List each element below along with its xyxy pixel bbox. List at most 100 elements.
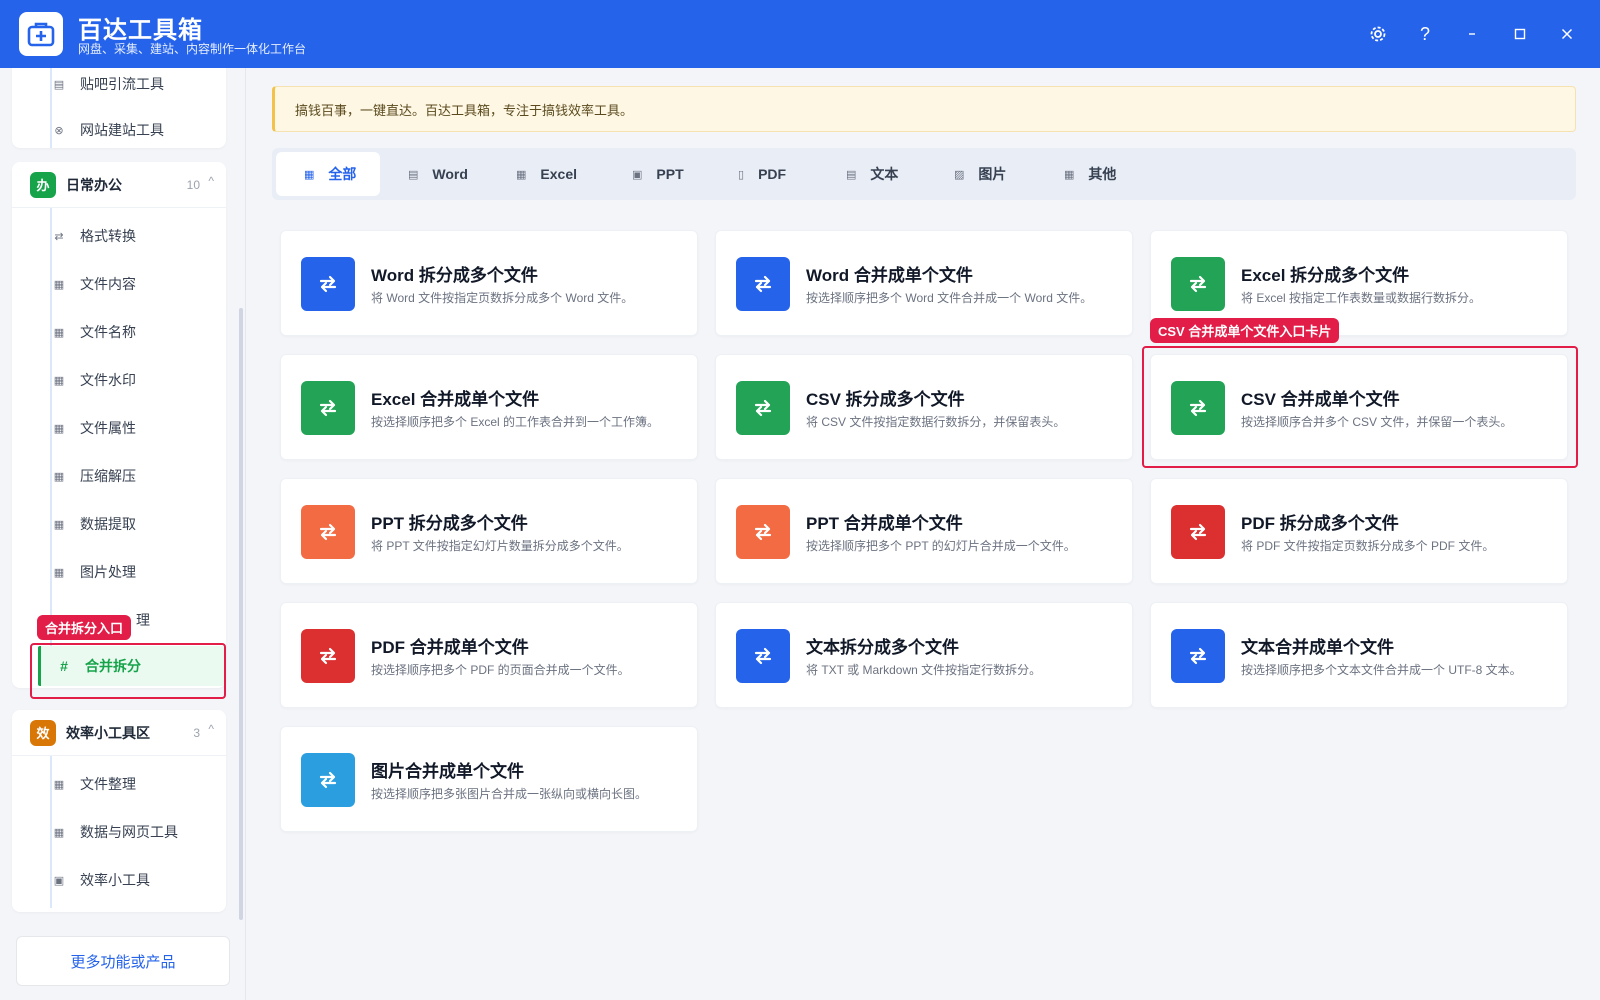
swap-arrows-icon xyxy=(301,629,355,683)
sidebar-item-label: 效率小工具 xyxy=(80,872,150,888)
grid-icon: ▦ xyxy=(1064,168,1075,181)
card-description: 将 CSV 文件按指定数据行数拆分，并保留表头。 xyxy=(806,415,1066,429)
card-description: 按选择顺序把多个 Word 文件合并成一个 Word 文件。 xyxy=(806,291,1093,305)
group-count: 3 xyxy=(193,726,200,740)
notice-banner: 搞钱百事，一键直达。百达工具箱，专注于搞钱效率工具。 xyxy=(272,86,1576,132)
slides-icon: ▣ xyxy=(632,168,643,181)
sidebar-item-label: 压缩解压 xyxy=(80,468,136,484)
sidebar-item-organize[interactable]: ▦ 文件整理 xyxy=(36,764,222,804)
card-title: PDF 拆分成多个文件 xyxy=(1241,514,1399,533)
sidebar-group-partial: ▤ 贴吧引流工具 ⊗ 网站建站工具 xyxy=(12,68,226,148)
sidebar-item-watermark[interactable]: ▦ 文件水印 xyxy=(36,360,222,400)
group-badge: 办 xyxy=(30,171,56,198)
grid-icon: ▦ xyxy=(53,778,65,791)
sidebar-item-extract[interactable]: ▦ 数据提取 xyxy=(36,504,222,544)
grid-icon: ▦ xyxy=(53,374,65,387)
tool-card[interactable]: PPT 合并成单个文件按选择顺序把多个 PPT 的幻灯片合并成一个文件。 xyxy=(715,478,1133,584)
swap-arrows-icon xyxy=(1171,257,1225,311)
sidebar-item-format[interactable]: ⇄ 格式转换 xyxy=(36,216,222,256)
swap-arrows-icon xyxy=(736,381,790,435)
tool-card[interactable]: PDF 合并成单个文件按选择顺序把多个 PDF 的页面合并成一个文件。 xyxy=(280,602,698,708)
sidebar-item-compress[interactable]: ▦ 压缩解压 xyxy=(36,456,222,496)
sidebar-item-efficiency-tools[interactable]: ▣ 效率小工具 xyxy=(36,860,222,900)
swap-arrows-icon xyxy=(301,381,355,435)
chevron-up-icon[interactable]: ^ xyxy=(208,722,214,736)
card-title: PDF 合并成单个文件 xyxy=(371,638,529,657)
sidebar-group-efficiency: 效 效率小工具区 3 ^ ▦ 文件整理 ▦ 数据与网页工具 ▣ 效率小工具 xyxy=(12,710,226,912)
swap-arrows-icon xyxy=(301,753,355,807)
sidebar-item-tieba[interactable]: ▤ 贴吧引流工具 xyxy=(36,68,222,104)
tab-excel[interactable]: ▦ Excel xyxy=(516,152,577,196)
card-title: 文本拆分成多个文件 xyxy=(806,638,959,657)
swap-arrows-icon xyxy=(1171,505,1225,559)
sidebar-item-label: 贴吧引流工具 xyxy=(80,76,164,92)
sidebar-item-label: 网站建站工具 xyxy=(80,122,164,138)
tool-card[interactable]: Excel 合并成单个文件 按选择顺序把多个 Excel 的工作表合并到一个工作簿… xyxy=(280,354,698,460)
tool-card[interactable]: 文本拆分成多个文件将 TXT 或 Markdown 文件按指定行数拆分。 xyxy=(715,602,1133,708)
table-icon: ▦ xyxy=(516,168,527,181)
card-description: 按选择顺序把多张图片合并成一张纵向或横向长图。 xyxy=(371,787,648,801)
sidebar-item-website[interactable]: ⊗ 网站建站工具 xyxy=(36,110,222,150)
close-icon[interactable] xyxy=(1551,18,1583,50)
image-icon: ▨ xyxy=(954,168,965,181)
sidebar-item-label: 文件水印 xyxy=(80,372,136,388)
tab-all[interactable]: ▦ 全部 xyxy=(276,152,381,196)
sidebar-item-content[interactable]: ▦ 文件内容 xyxy=(36,264,222,304)
sidebar-item-image[interactable]: ▦ 图片处理 xyxy=(36,552,222,592)
annotation-box-sidebar xyxy=(30,643,226,699)
card-description: 将 Word 文件按指定页数拆分成多个 Word 文件。 xyxy=(371,291,634,305)
tool-card[interactable]: Word 拆分成多个文件将 Word 文件按指定页数拆分成多个 Word 文件。 xyxy=(280,230,698,336)
card-title: Excel 合并成单个文件 xyxy=(371,390,540,409)
card-description: 按选择顺序把多个文本文件合并成一个 UTF-8 文本。 xyxy=(1241,663,1522,677)
sidebar-item-label: 文件名称 xyxy=(80,324,136,340)
swap-arrows-icon xyxy=(736,629,790,683)
tab-pdf[interactable]: ▯ PDF xyxy=(738,152,786,196)
sidebar-item-name[interactable]: ▦ 文件名称 xyxy=(36,312,222,352)
card-title: 图片合并成单个文件 xyxy=(371,762,524,781)
card-description: 按选择顺序把多个 PDF 的页面合并成一个文件。 xyxy=(371,663,630,677)
grid-icon: ▦ xyxy=(53,326,65,339)
swap-arrows-icon xyxy=(301,505,355,559)
sidebar-group-office: 办 日常办公 10 ^ ⇄ 格式转换 ▦ 文件内容 ▦ 文件名称 ▦ 文件水印 ▦ 文件属… xyxy=(12,162,226,688)
tab-word[interactable]: ▤ Word xyxy=(408,152,468,196)
category-tabs: ▦ 全部 ▤ Word ▦ Excel ▣ PPT ▯ PDF ▤ 文本 ▨ 图片 ▦ 其他 xyxy=(272,148,1576,200)
card-title: Word 合并成单个文件 xyxy=(806,266,973,285)
group-count: 10 xyxy=(186,178,200,192)
doc-icon: ▤ xyxy=(408,168,419,181)
more-products-button[interactable]: 更多功能或产品 xyxy=(16,936,230,986)
tool-card[interactable]: PDF 拆分成多个文件将 PDF 文件按指定页数拆分成多个 PDF 文件。 xyxy=(1150,478,1568,584)
card-title: 文本合并成单个文件 xyxy=(1241,638,1394,657)
card-title: PPT 合并成单个文件 xyxy=(806,514,963,533)
globe-icon: ⊗ xyxy=(54,124,64,137)
tool-card[interactable]: 图片合并成单个文件按选择顺序把多张图片合并成一张纵向或横向长图。 xyxy=(280,726,698,832)
tool-card[interactable]: CSV 拆分成多个文件将 CSV 文件按指定数据行数拆分，并保留表头。 xyxy=(715,354,1133,460)
grid-icon: ▦ xyxy=(53,278,65,291)
group-header-office[interactable]: 办 日常办公 10 ^ xyxy=(12,162,226,208)
grid-icon: ▦ xyxy=(304,168,315,181)
tab-other[interactable]: ▦ 其他 xyxy=(1064,152,1116,196)
sidebar-item-attributes[interactable]: ▦ 文件属性 xyxy=(36,408,222,448)
card-description: 按选择顺序把多个 PPT 的幻灯片合并成一个文件。 xyxy=(806,539,1076,553)
card-description: 将 Excel 按指定工作表数量或数据行数拆分。 xyxy=(1241,291,1482,305)
maximize-icon[interactable] xyxy=(1504,18,1536,50)
tool-card[interactable]: PPT 拆分成多个文件将 PPT 文件按指定幻灯片数量拆分成多个文件。 xyxy=(280,478,698,584)
sidebar: ▤ 贴吧引流工具 ⊗ 网站建站工具 办 日常办公 10 ^ ⇄ 格式转换 ▦ 文件内… xyxy=(0,68,246,1000)
sidebar-item-label: 文件属性 xyxy=(80,420,136,436)
minimize-icon[interactable] xyxy=(1456,18,1488,50)
sidebar-item-label: 格式转换 xyxy=(80,228,136,244)
tab-image[interactable]: ▨ 图片 xyxy=(954,152,1006,196)
help-icon[interactable]: ? xyxy=(1409,18,1441,50)
sidebar-scrollbar[interactable] xyxy=(239,308,243,920)
tool-card[interactable]: 文本合并成单个文件按选择顺序把多个文本文件合并成一个 UTF-8 文本。 xyxy=(1150,602,1568,708)
swap-arrows-icon xyxy=(1171,629,1225,683)
settings-gear-icon[interactable] xyxy=(1362,18,1394,50)
tab-text[interactable]: ▤ 文本 xyxy=(846,152,898,196)
card-description: 将 PDF 文件按指定页数拆分成多个 PDF 文件。 xyxy=(1241,539,1495,553)
group-header-efficiency[interactable]: 效 效率小工具区 3 ^ xyxy=(12,710,226,756)
doc-icon: ▤ xyxy=(53,78,65,91)
sidebar-item-data-web[interactable]: ▦ 数据与网页工具 xyxy=(36,812,222,852)
box-icon: ▣ xyxy=(53,874,65,887)
tool-card[interactable]: Word 合并成单个文件按选择顺序把多个 Word 文件合并成一个 Word 文… xyxy=(715,230,1133,336)
tab-ppt[interactable]: ▣ PPT xyxy=(632,152,684,196)
chevron-up-icon[interactable]: ^ xyxy=(208,174,214,188)
